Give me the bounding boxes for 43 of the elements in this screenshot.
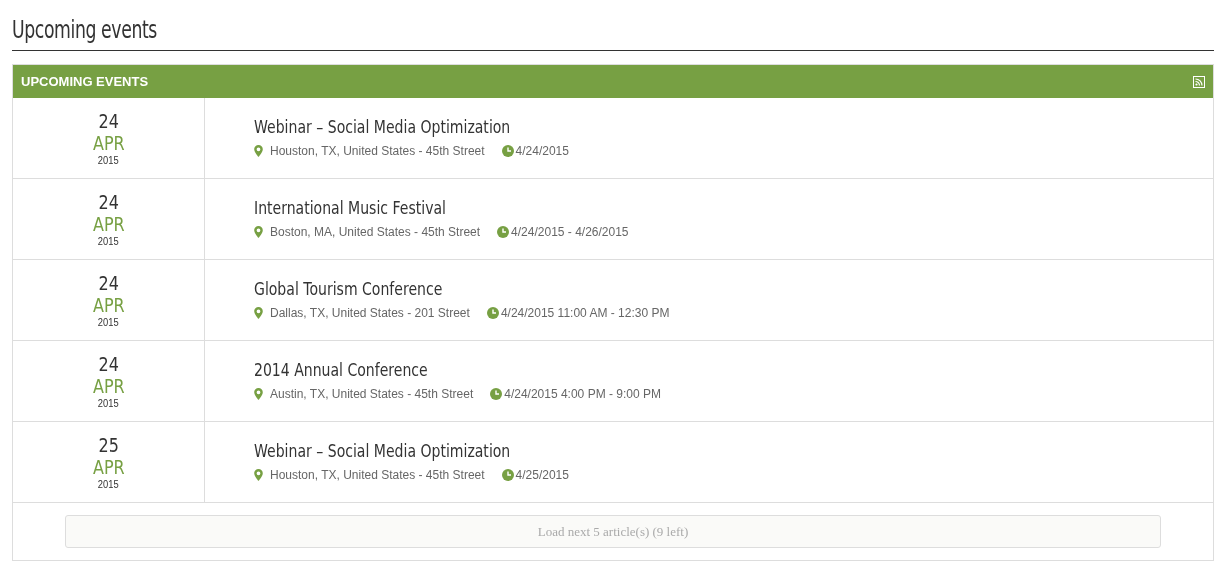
event-month: APR xyxy=(92,375,125,396)
map-pin-icon xyxy=(254,469,263,481)
event-year: 2015 xyxy=(98,478,119,490)
event-month: APR xyxy=(92,456,125,477)
clock-icon xyxy=(497,226,510,238)
event-title-link[interactable]: 2014 Annual Conference xyxy=(254,359,572,381)
event-location: Houston, TX, United States - 45th Street xyxy=(270,467,485,484)
map-pin-icon xyxy=(254,388,263,400)
map-pin-icon xyxy=(254,307,263,319)
event-title-link[interactable]: International Music Festival xyxy=(254,197,547,219)
panel-title: UPCOMING EVENTS xyxy=(21,72,149,91)
event-day: 25 xyxy=(98,434,119,455)
map-pin-icon xyxy=(254,226,263,238)
event-year: 2015 xyxy=(98,154,119,166)
event-time: 4/24/2015 11:00 AM - 12:30 PM xyxy=(500,305,670,322)
clock-icon xyxy=(486,307,499,319)
clock-icon xyxy=(501,469,514,481)
event-title-link[interactable]: Webinar – Social Media Optimization xyxy=(254,440,511,462)
event-year: 2015 xyxy=(98,397,119,409)
page-title: Upcoming events xyxy=(12,15,158,46)
event-day: 24 xyxy=(98,272,119,293)
event-time: 4/24/2015 - 4/26/2015 xyxy=(511,224,629,241)
event-time: 4/24/2015 4:00 PM - 9:00 PM xyxy=(504,386,661,403)
event-location: Houston, TX, United States - 45th Street xyxy=(270,143,485,160)
map-pin-icon xyxy=(254,145,263,157)
event-day: 24 xyxy=(98,110,119,131)
event-location: Dallas, TX, United States - 201 Street xyxy=(270,305,470,322)
event-year: 2015 xyxy=(98,316,119,328)
clock-icon xyxy=(490,388,503,400)
event-day: 24 xyxy=(98,191,119,212)
clock-icon xyxy=(501,145,514,157)
event-time: 4/24/2015 xyxy=(515,143,569,160)
event-month: APR xyxy=(92,213,125,234)
event-month: APR xyxy=(92,294,125,315)
event-title-link[interactable]: Global Tourism Conference xyxy=(254,278,579,300)
event-location: Boston, MA, United States - 45th Street xyxy=(270,224,481,241)
rss-icon[interactable] xyxy=(1193,75,1205,88)
event-title-link[interactable]: Webinar – Social Media Optimization xyxy=(254,116,511,138)
event-day: 24 xyxy=(98,353,119,374)
event-month: APR xyxy=(92,132,125,153)
event-year: 2015 xyxy=(98,235,119,247)
event-time: 4/25/2015 xyxy=(515,467,569,484)
event-location: Austin, TX, United States - 45th Street xyxy=(270,386,474,403)
